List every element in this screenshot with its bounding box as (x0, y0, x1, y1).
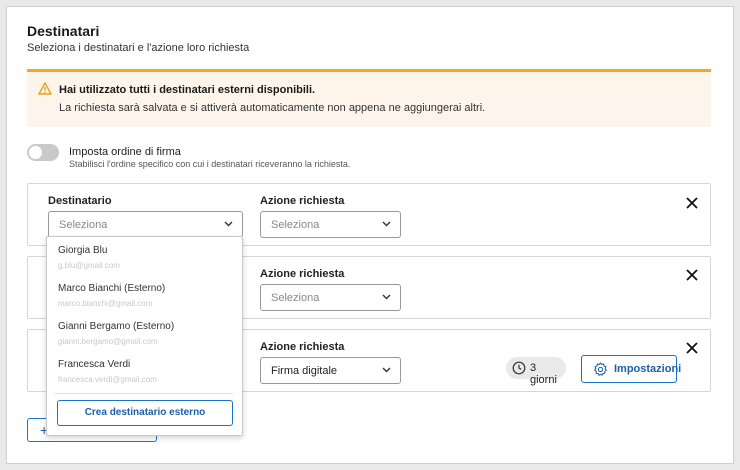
action-label: Azione richiesta (260, 268, 345, 280)
gear-icon (594, 362, 607, 376)
close-icon[interactable] (685, 268, 699, 282)
recipient-label: Destinatario (48, 195, 112, 207)
action-label: Azione richiesta (260, 195, 345, 207)
recipient-select-value: Seleziona (59, 219, 108, 231)
option-name: Marco Bianchi (Esterno) (58, 283, 166, 294)
dropdown-option[interactable]: Gianni Bergamo (Esterno) gianni.bergamo@… (58, 321, 174, 346)
toggle-knob (29, 146, 42, 159)
option-name: Giorgia Blu (58, 245, 108, 256)
chevron-down-icon (224, 221, 233, 227)
page-subtitle: Seleziona i destinatari e l'azione loro … (27, 42, 250, 54)
action-select-value: Firma digitale (271, 365, 338, 377)
action-select-value: Seleziona (271, 219, 320, 231)
close-icon[interactable] (685, 341, 699, 355)
action-label: Azione richiesta (260, 341, 345, 353)
recipient-select[interactable]: Seleziona (48, 211, 243, 238)
create-external-recipient-button[interactable]: Crea destinatario esterno (57, 400, 233, 426)
warning-banner: Hai utilizzato tutti i destinatari ester… (27, 69, 711, 127)
recipient-dropdown: Giorgia Blu g.blu@gmail.com Marco Bianch… (46, 236, 243, 436)
signing-order-description: Stabilisci l'ordine specifico con cui i … (69, 159, 351, 169)
option-name: Francesca Verdi (58, 359, 131, 370)
clock-icon (512, 361, 526, 375)
option-email: marco.bianchi@gmail.com (58, 299, 153, 308)
close-icon[interactable] (685, 196, 699, 210)
warning-body: La richiesta sarà salvata e si attiverà … (59, 102, 486, 114)
option-email: gianni.bergamo@gmail.com (58, 337, 158, 346)
page-title: Destinatari (27, 23, 100, 39)
option-email: g.blu@gmail.com (58, 261, 120, 270)
dropdown-option[interactable]: Marco Bianchi (Esterno) marco.bianchi@gm… (58, 283, 165, 308)
action-select[interactable]: Seleziona (260, 211, 401, 238)
action-select[interactable]: Firma digitale (260, 357, 401, 384)
option-email: francesca.verdi@gmail.com (58, 375, 157, 384)
deadline-text: 3 giorni (530, 362, 557, 386)
signing-order-label: Imposta ordine di firma (69, 146, 181, 158)
dropdown-divider (55, 393, 233, 394)
option-name: Gianni Bergamo (Esterno) (58, 321, 175, 332)
warning-heading: Hai utilizzato tutti i destinatari ester… (59, 84, 316, 96)
action-select[interactable]: Seleziona (260, 284, 401, 311)
settings-button-label: Impostazioni (614, 363, 682, 375)
settings-button[interactable]: Impostazioni (581, 355, 681, 383)
chevron-down-icon (382, 294, 391, 300)
warning-triangle-icon (38, 82, 52, 95)
chevron-down-icon (382, 367, 391, 373)
action-select-value: Seleziona (271, 292, 320, 304)
dropdown-option[interactable]: Francesca Verdi francesca.verdi@gmail.co… (58, 359, 157, 384)
signing-order-toggle[interactable] (27, 144, 59, 161)
deadline-badge: 3 giorni (506, 357, 566, 386)
chevron-down-icon (382, 221, 391, 227)
dropdown-option[interactable]: Giorgia Blu g.blu@gmail.com (58, 245, 120, 270)
